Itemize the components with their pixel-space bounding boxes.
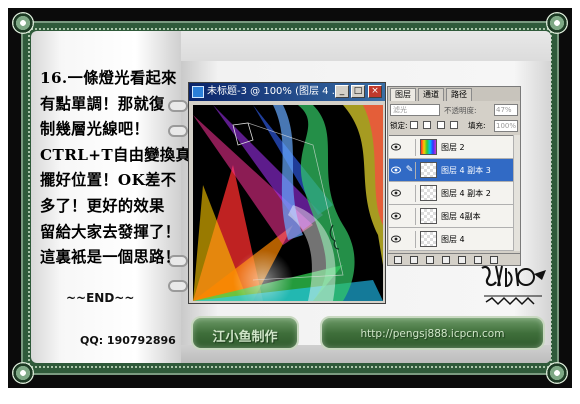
layer-list-scrollbar[interactable] (513, 135, 520, 251)
layer-row[interactable]: 图层 4 (389, 228, 513, 251)
author-button[interactable]: 江小鱼制作 (191, 316, 299, 350)
layer-name: 图层 4副本 (441, 212, 481, 221)
studio-logo (481, 265, 546, 306)
website-url: http://pengsj888.icpcn.com (360, 328, 505, 340)
tutorial-line: CTRL+T自由變換真 (40, 145, 192, 164)
tab-channels[interactable]: 通道 (418, 88, 444, 101)
layer-row[interactable]: ✎ 图层 4 副本 3 (389, 159, 513, 182)
layer-link-slot[interactable] (404, 185, 416, 202)
panel-tabs: 图层 通道 路径 (388, 87, 520, 101)
eye-icon[interactable] (391, 143, 401, 151)
lock-transparency-checkbox[interactable] (409, 121, 418, 129)
lock-label: 锁定: (390, 121, 408, 130)
layers-panel: 图层 通道 路径 滤光 不透明度: 47% 锁定: 填充: 100% 图层 2 … (387, 86, 521, 266)
photoshop-document-window: 未标题-3 @ 100% (图层 4 ... _ □ × (188, 82, 386, 304)
close-button[interactable]: × (368, 85, 382, 98)
website-link-button[interactable]: http://pengsj888.icpcn.com (320, 316, 545, 350)
layer-mask-icon[interactable] (426, 256, 434, 264)
blend-mode-select[interactable]: 滤光 (390, 104, 440, 116)
tutorial-line: 這裏衹是一個思路！ (40, 248, 181, 267)
tab-layers[interactable]: 图层 (390, 88, 416, 101)
layer-set-icon[interactable] (442, 256, 450, 264)
tutorial-text: 16.一條燈光看起來 有點單調！那就復 制幾層光線吧！ CTRL+T自由變換真 … (40, 66, 192, 271)
layer-thumbnail (420, 185, 437, 201)
lock-image-checkbox[interactable] (423, 121, 432, 129)
lock-all-checkbox[interactable] (450, 121, 459, 129)
lock-position-checkbox[interactable] (436, 121, 445, 129)
layer-row[interactable]: 图层 2 (389, 136, 513, 159)
layer-link-slot[interactable] (404, 139, 416, 156)
tutorial-line: 16.一條燈光看起來 (40, 69, 177, 87)
maximize-button[interactable]: □ (351, 85, 365, 98)
layer-link-slot[interactable] (404, 208, 416, 225)
layer-thumbnail (420, 231, 437, 247)
layer-thumbnail (420, 208, 437, 224)
tab-paths[interactable]: 路径 (446, 88, 472, 101)
lock-row: 锁定: 填充: 100% (390, 120, 518, 132)
tutorial-line: 有點單調！那就復 (40, 94, 165, 113)
corner-ornament-top-left (12, 12, 34, 34)
layer-name: 图层 4 副本 2 (441, 189, 491, 198)
layer-link-slot[interactable] (404, 231, 416, 248)
opacity-input[interactable]: 47% (494, 104, 518, 116)
window-titlebar[interactable]: 未标题-3 @ 100% (图层 4 ... _ □ × (189, 83, 385, 101)
layer-name: 图层 4 (441, 235, 465, 244)
corner-ornament-bottom-left (12, 362, 34, 384)
eye-icon[interactable] (391, 166, 401, 174)
blend-row: 滤光 不透明度: 47% (390, 104, 518, 116)
photoshop-icon (192, 86, 204, 98)
author-label: 江小鱼制作 (212, 330, 278, 345)
layer-name: 图层 4 副本 3 (441, 166, 491, 175)
end-marker: ~~END~~ (66, 291, 135, 305)
tutorial-line: 擺好位置！OK差不 (40, 171, 177, 190)
fill-input[interactable]: 100% (494, 120, 518, 132)
right-page-header (181, 31, 551, 61)
eye-icon[interactable] (391, 212, 401, 220)
eye-icon[interactable] (391, 189, 401, 197)
window-title: 未标题-3 @ 100% (图层 4 ... (207, 86, 342, 97)
eye-icon[interactable] (391, 235, 401, 243)
tutorial-line: 多了！更好的效果 (40, 196, 165, 215)
light-rays-artwork (193, 105, 383, 301)
adjustment-layer-icon[interactable] (458, 256, 466, 264)
layer-style-icon[interactable] (410, 256, 418, 264)
binder-ring (168, 280, 188, 292)
corner-ornament-bottom-right (546, 362, 568, 384)
tutorial-line: 留給大家去發揮了！ (40, 222, 181, 241)
brush-icon[interactable]: ✎ (404, 162, 416, 179)
minimize-button[interactable]: _ (335, 85, 349, 98)
corner-ornament-top-right (546, 12, 568, 34)
opacity-label: 不透明度: (444, 106, 477, 115)
layer-list: 图层 2 ✎ 图层 4 副本 3 图层 4 副本 2 图层 4副本 图层 4 (389, 135, 520, 251)
layer-row[interactable]: 图层 4 副本 2 (389, 182, 513, 205)
link-layers-icon[interactable] (394, 256, 402, 264)
layer-row[interactable]: 图层 4副本 (389, 205, 513, 228)
qq-contact: QQ: 190792896 (80, 334, 176, 347)
document-canvas[interactable] (193, 105, 383, 301)
layer-thumbnail (420, 162, 437, 178)
layer-name: 图层 2 (441, 143, 465, 152)
tutorial-line: 制幾層光線吧！ (40, 120, 150, 139)
layer-thumbnail (420, 139, 437, 155)
fill-label: 填充: (468, 121, 486, 130)
